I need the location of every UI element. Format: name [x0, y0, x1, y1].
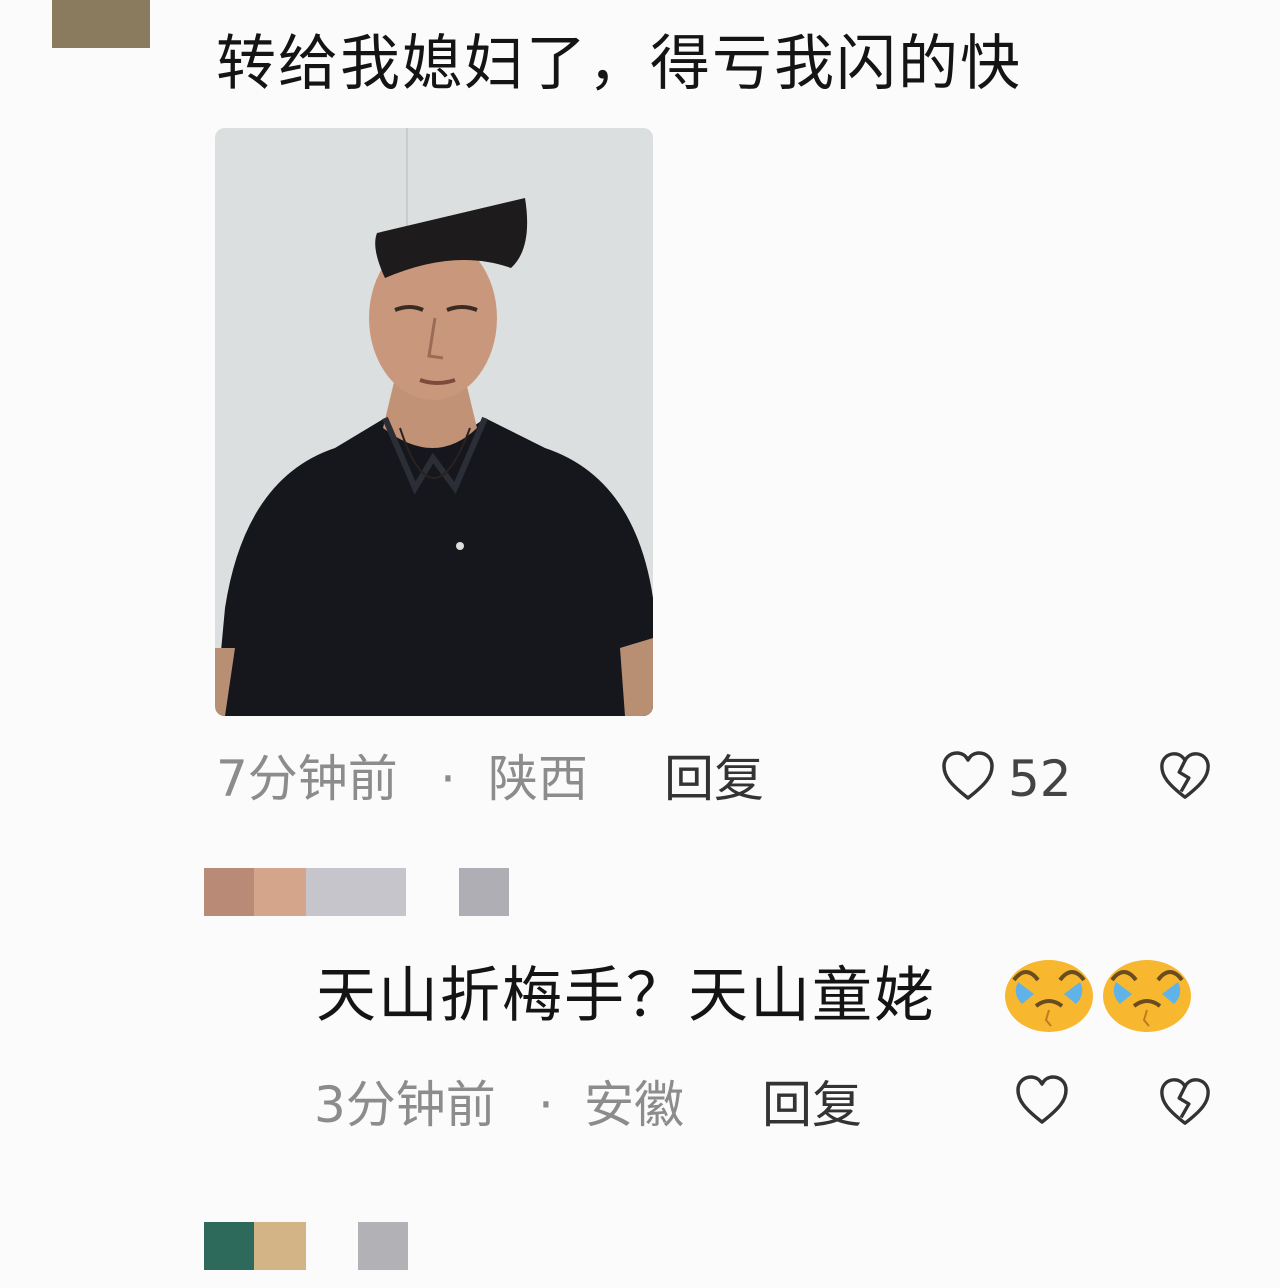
comment-1-reply-button[interactable]: 回复 [664, 754, 764, 804]
comment-1-like-button[interactable]: 52 [940, 746, 1080, 806]
crying-face-emoji [1103, 960, 1191, 1032]
avatar-blurred-3a[interactable] [204, 1222, 254, 1270]
comment-2-text: 天山折梅手？天山童姥 [316, 961, 936, 1031]
broken-heart-icon [1160, 1078, 1210, 1125]
comment-2-location: 安徽 [584, 1076, 684, 1134]
comment-1-location: 陕西 [488, 750, 588, 808]
avatar-blurred-top[interactable] [52, 0, 150, 48]
comment-2-reply-button[interactable]: 回复 [762, 1080, 862, 1130]
comment-1-separator: · [440, 750, 456, 808]
avatar-blurred-2b [254, 868, 306, 916]
comment-2-time: 3分钟前 [314, 1076, 496, 1134]
avatar-blurred-2a[interactable] [204, 868, 254, 916]
comment-2-dislike-button[interactable] [1158, 1076, 1212, 1128]
badge-blurred-2 [459, 868, 509, 916]
comment-1-time: 7分钟前 [216, 750, 398, 808]
comment-1-dislike-button[interactable] [1158, 750, 1212, 802]
comment-1-image[interactable] [215, 128, 653, 716]
comment-1-like-count: 52 [1008, 750, 1072, 808]
username-blurred-3[interactable] [358, 1222, 408, 1270]
heart-outline-icon [1016, 1075, 1068, 1124]
username-blurred-2[interactable] [306, 868, 406, 916]
avatar-blurred-3b [254, 1222, 306, 1270]
heart-outline-icon [942, 751, 994, 800]
broken-heart-icon [1160, 752, 1210, 799]
comment-2-like-button[interactable] [1014, 1074, 1070, 1130]
comment-1-text: 转给我媳妇了，得亏我闪的快 [216, 29, 1022, 99]
crying-face-emoji [1005, 960, 1093, 1032]
comment-2-separator: · [538, 1076, 554, 1134]
man-photo [215, 128, 653, 716]
